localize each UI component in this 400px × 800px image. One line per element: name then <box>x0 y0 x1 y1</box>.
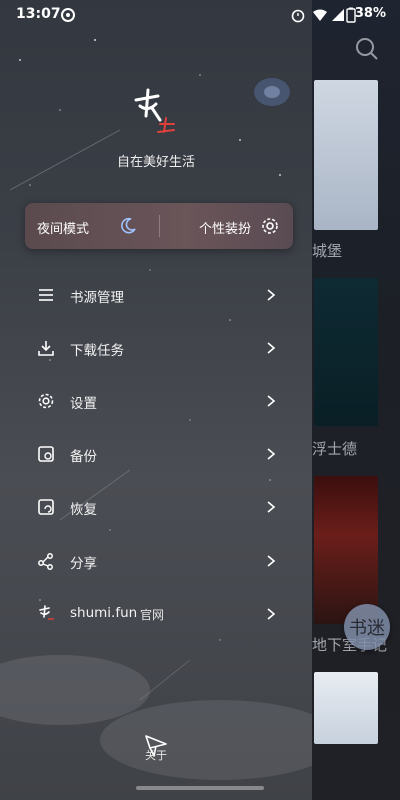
divider <box>159 215 160 237</box>
moon-icon[interactable] <box>119 217 137 235</box>
menu-item-label: 恢复 <box>70 502 97 518</box>
about-label[interactable]: 关于 <box>0 747 312 763</box>
menu-item-label: shumi.fun <box>70 605 138 621</box>
alarm-icon <box>291 9 305 23</box>
chevron-right-icon <box>267 395 276 407</box>
wifi-icon <box>313 9 327 21</box>
navigation-drawer: 自在美好生活 夜间模式 个性装扮 书源管理 下载任务 设置 备份 恢复 分享 s… <box>0 0 312 800</box>
personalize-label[interactable]: 个性装扮 <box>199 218 251 237</box>
book-cover[interactable] <box>314 80 378 230</box>
menu-item-sublabel: 官网 <box>140 608 165 622</box>
menu-item-label: 分享 <box>70 556 97 572</box>
menu-item-website[interactable]: shumi.fun 官网 <box>0 594 312 634</box>
list-icon <box>39 289 53 301</box>
menu-item-label: 下载任务 <box>70 343 124 359</box>
restore-icon <box>38 499 54 515</box>
home-indicator[interactable] <box>136 786 264 790</box>
mode-card: 夜间模式 个性装扮 <box>25 203 293 249</box>
book-cover[interactable] <box>314 672 378 744</box>
chevron-right-icon <box>267 501 276 513</box>
download-icon <box>38 341 54 356</box>
status-time: 13:07 <box>16 6 61 22</box>
menu-item-backup[interactable]: 备份 <box>0 434 312 474</box>
share-icon <box>38 553 53 570</box>
status-bar: 13:07 38% <box>0 0 400 30</box>
settings-icon <box>38 393 54 409</box>
sync-icon <box>61 8 75 22</box>
night-mode-label[interactable]: 夜间模式 <box>37 218 89 237</box>
menu-item-share[interactable]: 分享 <box>0 541 312 581</box>
chevron-right-icon <box>267 448 276 460</box>
menu-item-source-management[interactable]: 书源管理 <box>0 275 312 315</box>
book-cover[interactable] <box>314 278 378 426</box>
chevron-right-icon <box>267 608 276 620</box>
backup-icon <box>38 446 54 462</box>
menu-item-label: 备份 <box>70 449 97 465</box>
book-title: 浮士德 <box>312 440 358 458</box>
fab-label: 书迷 <box>349 618 385 639</box>
logo-icon <box>39 605 54 620</box>
book-cover[interactable] <box>314 476 378 624</box>
search-icon[interactable] <box>354 36 380 62</box>
app-tagline: 自在美好生活 <box>116 155 195 170</box>
book-title: 城堡 <box>312 242 343 260</box>
gear-icon[interactable] <box>261 217 279 235</box>
menu-item-settings[interactable]: 设置 <box>0 381 312 421</box>
battery-percent: 38% <box>354 6 386 21</box>
floating-action-button[interactable]: 书迷 <box>344 604 390 650</box>
app-logo <box>134 88 175 133</box>
chevron-right-icon <box>267 342 276 354</box>
chevron-right-icon <box>267 289 276 301</box>
menu-item-restore[interactable]: 恢复 <box>0 487 312 527</box>
menu-item-download-tasks[interactable]: 下载任务 <box>0 328 312 368</box>
chevron-right-icon <box>267 555 276 567</box>
signal-icon <box>332 9 344 21</box>
menu-item-label: 书源管理 <box>70 290 124 306</box>
menu-item-label: 设置 <box>70 396 97 412</box>
